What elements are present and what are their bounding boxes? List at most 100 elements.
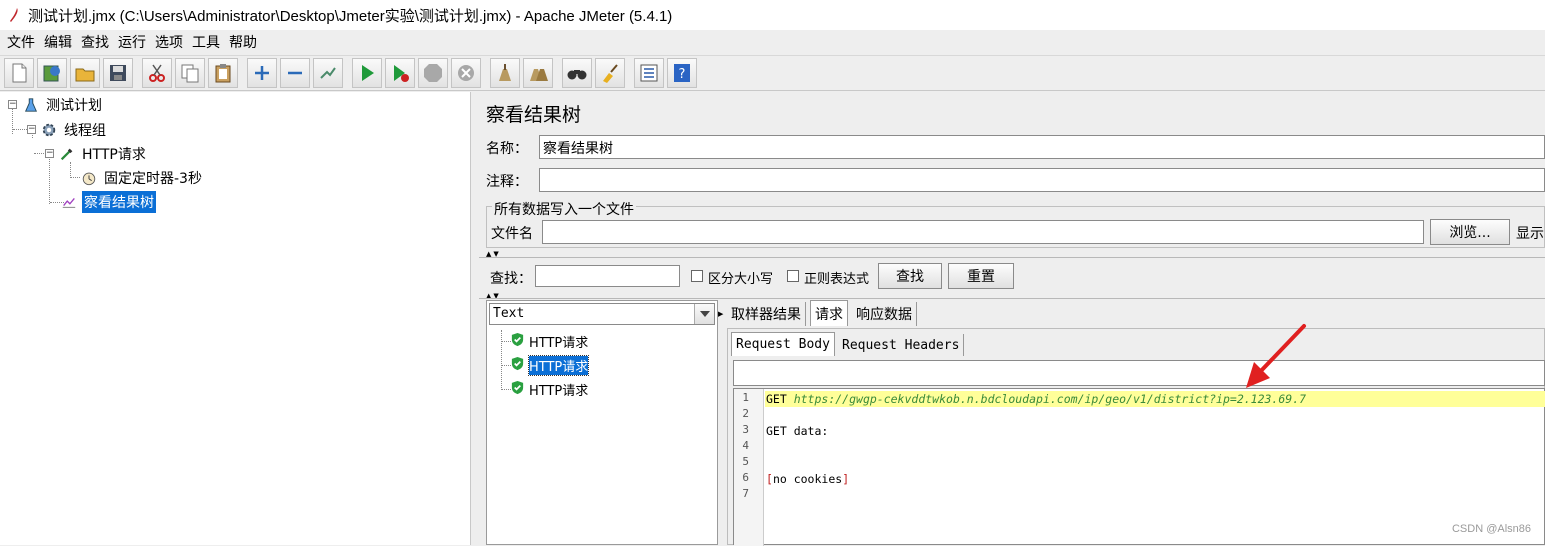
menu-search[interactable]: 查找 [78,32,115,52]
gear-icon [40,121,58,139]
tab-request[interactable]: 请求 [810,300,848,326]
help-icon[interactable]: ? [667,58,697,88]
panel-title: 察看结果树 [486,104,582,126]
shutdown-icon[interactable] [451,58,481,88]
reset-button[interactable]: 重置 [948,263,1014,289]
list-item-label: HTTP请求 [529,383,589,399]
toggle-icon[interactable] [313,58,343,88]
line-number: 4 [742,439,749,452]
editor-search-field[interactable] [733,360,1545,386]
browse-button[interactable]: 浏览... [1430,219,1510,245]
tab-sampler-result[interactable]: 取样器结果 [727,302,806,326]
tree-expander-root[interactable]: − [8,100,17,109]
success-shield-icon [510,380,525,399]
find-button[interactable]: 查找 [878,263,942,289]
chart-icon [60,193,78,211]
regex-checkbox[interactable] [787,270,799,282]
pipette-icon [58,145,76,163]
tree-expander-thread-group[interactable]: − [27,125,36,134]
tree-label-test-plan: 测试计划 [46,98,102,114]
start-icon[interactable] [352,58,382,88]
tree-node-timer[interactable]: 固定定时器-3秒 [80,167,204,189]
menu-tools[interactable]: 工具 [189,32,226,52]
menu-file[interactable]: 文件 [4,32,41,52]
line-number: 3 [742,423,749,436]
code-line-6: [no cookies] [765,471,849,487]
title-bar: 测试计划.jmx (C:\Users\Administrator\Desktop… [0,0,1545,30]
stopwatch-icon [80,169,98,187]
clear-icon[interactable] [490,58,520,88]
list-item[interactable]: HTTP请求 [510,379,588,399]
cut-icon[interactable] [142,58,172,88]
name-field[interactable]: 察看结果树 [539,135,1545,159]
case-sensitive-checkbox[interactable] [691,270,703,282]
menu-options[interactable]: 选项 [152,32,189,52]
search-icon[interactable] [562,58,592,88]
line-number: 2 [742,407,749,420]
open-icon[interactable] [70,58,100,88]
test-plan-tree: − 测试计划 − 线程组 − HTTP请求 固定定时器-3秒 察看结果树 [0,92,470,545]
display-label[interactable]: 显示 [1516,223,1544,243]
start-no-pause-icon[interactable] [385,58,415,88]
tree-node-test-plan[interactable]: 测试计划 [22,94,104,116]
renderer-value: Text [493,306,525,321]
pane-splitter[interactable] [470,92,478,545]
request-body-editor[interactable]: 1 2 3 4 5 6 7 GET https://gwgp-cekvddtwk… [733,388,1545,546]
tree-label-thread-group: 线程组 [64,123,106,139]
filename-label: 文件名 [491,226,533,242]
line-number-gutter: 1 2 3 4 5 6 7 [734,389,764,546]
menu-edit[interactable]: 编辑 [41,32,78,52]
annotation-arrow-icon [1246,324,1306,388]
menu-help[interactable]: 帮助 [226,32,263,52]
splitter-arrow-vertical[interactable]: ▶ [718,310,723,318]
tree-node-thread-group[interactable]: 线程组 [40,119,108,141]
toolbar: ? [0,55,1545,91]
request-url: https://gwgp-cekvddtwkob.n.bdcloudapi.co… [793,392,1307,406]
code-line-1: GET https://gwgp-cekvddtwkob.n.bdcloudap… [765,391,1545,407]
bracket-open: [ [766,472,773,486]
tree-label-timer: 固定定时器-3秒 [104,171,202,187]
code-line-3: GET data: [766,424,829,438]
templates-icon[interactable] [37,58,67,88]
list-item[interactable]: HTTP请求 [510,331,588,351]
tree-expander-http-request[interactable]: − [45,149,54,158]
tree-label-results-tree: 察看结果树 [82,191,156,213]
collapse-icon[interactable] [280,58,310,88]
save-icon[interactable] [103,58,133,88]
menu-bar: 文件 编辑 查找 运行 选项 工具 帮助 [0,30,1545,54]
function-helper-icon[interactable] [634,58,664,88]
chevron-down-icon[interactable] [694,304,714,324]
list-item-label: HTTP请求 [529,335,589,351]
copy-icon[interactable] [175,58,205,88]
stop-icon[interactable] [418,58,448,88]
case-sensitive-label: 区分大小写 [708,272,774,287]
name-label: 名称： [486,141,528,157]
reset-search-icon[interactable] [595,58,625,88]
expand-icon[interactable] [247,58,277,88]
tree-node-results-tree[interactable]: 察看结果树 [60,191,156,213]
paste-icon[interactable] [208,58,238,88]
filename-field[interactable] [542,220,1424,244]
list-item[interactable]: HTTP请求 [510,354,590,376]
search-label: 查找： [490,271,532,287]
window-title: 测试计划.jmx (C:\Users\Administrator\Desktop… [28,7,673,25]
line-number: 7 [742,487,749,500]
request-method: GET [766,392,794,406]
watermark: CSDN @Alsn86 [1451,523,1531,535]
tree-node-http-request[interactable]: HTTP请求 [58,143,148,165]
clear-all-icon[interactable] [523,58,553,88]
subtab-request-headers[interactable]: Request Headers [838,334,965,356]
success-shield-icon [510,332,525,351]
menu-run[interactable]: 运行 [115,32,152,52]
search-input[interactable] [535,265,680,287]
file-group-title: 所有数据写入一个文件 [492,199,636,219]
comment-field[interactable] [539,168,1545,192]
renderer-select[interactable]: Text [489,303,715,325]
success-shield-icon [510,356,525,375]
svg-text:?: ? [679,67,686,82]
new-icon[interactable] [4,58,34,88]
tab-response-data[interactable]: 响应数据 [852,302,917,326]
line-number: 5 [742,455,749,468]
tree-label-http-request: HTTP请求 [82,147,146,163]
subtab-request-body[interactable]: Request Body [731,332,835,356]
